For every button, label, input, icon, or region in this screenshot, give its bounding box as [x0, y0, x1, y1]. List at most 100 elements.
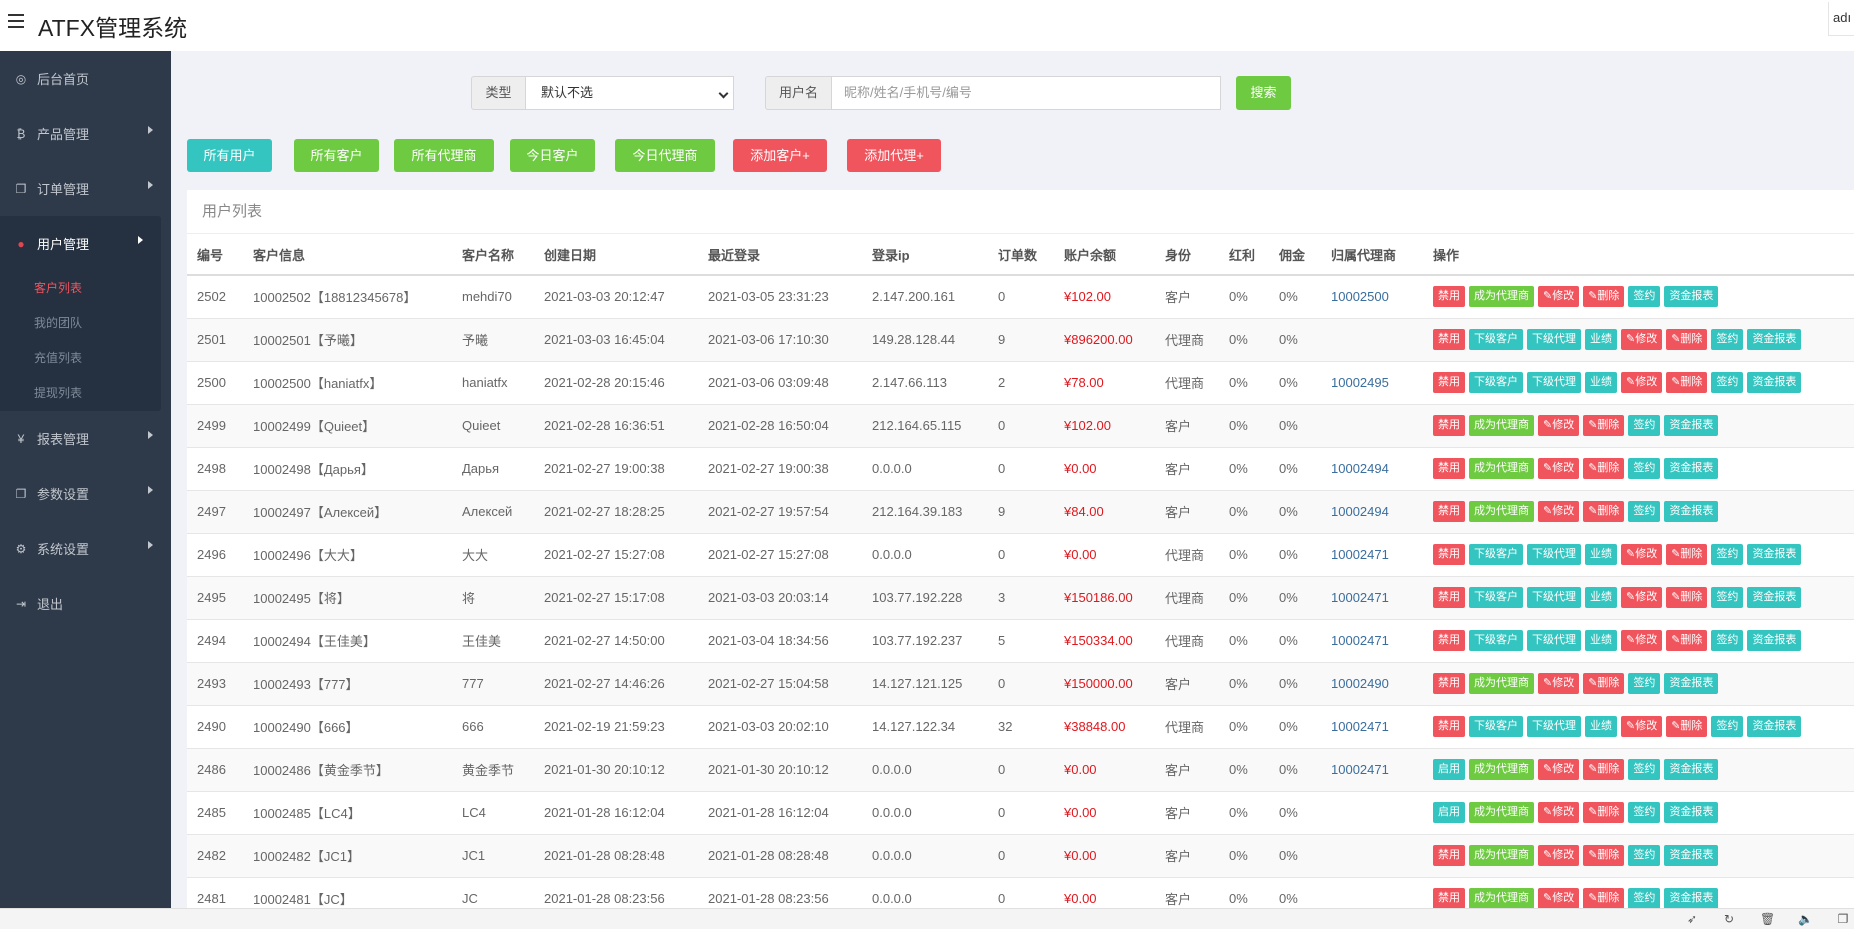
action-button[interactable]: ✎删除	[1583, 888, 1625, 908]
action-button[interactable]: 下级客户	[1469, 372, 1523, 393]
sidebar-item-7[interactable]: ⇥ 退出	[0, 576, 171, 631]
action-button[interactable]: 资金报表	[1747, 372, 1802, 393]
action-button[interactable]: 资金报表	[1747, 630, 1802, 651]
action-button[interactable]: 下级客户	[1469, 630, 1523, 651]
user-menu[interactable]: adı	[1828, 2, 1854, 36]
action-button[interactable]: 签约	[1711, 630, 1744, 651]
action-button[interactable]: 签约	[1711, 372, 1744, 393]
action-button[interactable]: 禁用	[1433, 587, 1465, 608]
action-button[interactable]: ✎删除	[1583, 501, 1625, 522]
username-search-input[interactable]: 昵称/姓名/手机号/编号	[831, 76, 1221, 110]
quick-filter-button-2[interactable]: 所有代理商	[394, 139, 494, 172]
cell-agent[interactable]: 10002494	[1321, 490, 1423, 534]
action-button[interactable]: 业绩	[1585, 716, 1617, 737]
cell-agent[interactable]: 10002495	[1321, 361, 1423, 405]
action-button[interactable]: 禁用	[1433, 372, 1465, 393]
action-button[interactable]: 成为代理商	[1469, 458, 1534, 479]
action-button[interactable]: 资金报表	[1664, 845, 1719, 866]
action-button[interactable]: 禁用	[1433, 630, 1465, 651]
action-button[interactable]: 禁用	[1433, 544, 1465, 565]
action-button[interactable]: ✎修改	[1621, 630, 1663, 651]
action-button[interactable]: 成为代理商	[1469, 759, 1534, 780]
sidebar-subitem-0[interactable]: 客户列表	[0, 271, 161, 306]
action-button[interactable]: ✎删除	[1666, 329, 1708, 350]
action-button[interactable]: 资金报表	[1664, 759, 1719, 780]
quick-filter-button-4[interactable]: 今日代理商	[615, 139, 715, 172]
action-button[interactable]: 下级代理	[1527, 544, 1581, 565]
action-button[interactable]: 签约	[1711, 716, 1744, 737]
rocket-icon[interactable]: ➶	[1685, 913, 1699, 926]
action-button[interactable]: 成为代理商	[1469, 286, 1534, 308]
action-button[interactable]: 成为代理商	[1469, 888, 1534, 908]
action-button[interactable]: 签约	[1628, 458, 1661, 479]
action-button[interactable]: 签约	[1711, 587, 1744, 608]
action-button[interactable]: ✎删除	[1583, 845, 1625, 866]
sidebar-subitem-1[interactable]: 我的团队	[0, 306, 161, 341]
action-button[interactable]: 禁用	[1433, 888, 1465, 908]
action-button[interactable]: 下级代理	[1527, 329, 1581, 350]
action-button[interactable]: 业绩	[1585, 587, 1617, 608]
action-button[interactable]: ✎修改	[1621, 329, 1663, 350]
sidebar-item-2[interactable]: ❐ 订单管理	[0, 161, 171, 216]
action-button[interactable]: 禁用	[1433, 673, 1465, 694]
action-button[interactable]: 签约	[1628, 286, 1661, 308]
action-button[interactable]: 业绩	[1585, 630, 1617, 651]
action-button[interactable]: ✎删除	[1583, 458, 1625, 479]
quick-filter-button-5[interactable]: 添加客户+	[733, 139, 827, 172]
search-button[interactable]: 搜索	[1236, 76, 1291, 110]
sidebar-item-1[interactable]: ₿ 产品管理	[0, 106, 171, 161]
quick-filter-button-6[interactable]: 添加代理+	[847, 139, 941, 172]
action-button[interactable]: 签约	[1628, 802, 1661, 823]
action-button[interactable]: ✎删除	[1666, 630, 1708, 651]
sidebar-subitem-3[interactable]: 提现列表	[0, 376, 161, 411]
action-button[interactable]: ✎修改	[1621, 716, 1663, 737]
action-button[interactable]: ✎修改	[1538, 673, 1580, 694]
action-button[interactable]: ✎修改	[1538, 888, 1580, 908]
action-button[interactable]: ✎删除	[1666, 587, 1708, 608]
action-button[interactable]: ✎删除	[1583, 673, 1625, 694]
action-button[interactable]: 签约	[1628, 501, 1661, 522]
sidebar-item-3[interactable]: ● 用户管理	[0, 216, 161, 271]
action-button[interactable]: 成为代理商	[1469, 845, 1534, 866]
action-button[interactable]: 禁用	[1433, 458, 1465, 479]
action-button[interactable]: ✎修改	[1621, 372, 1663, 393]
action-button[interactable]: 禁用	[1433, 845, 1465, 866]
action-button[interactable]: 业绩	[1585, 329, 1617, 350]
action-button[interactable]: 签约	[1628, 888, 1661, 908]
cell-agent[interactable]: 10002471	[1321, 705, 1423, 749]
action-button[interactable]: 签约	[1711, 544, 1744, 565]
action-button[interactable]: ✎修改	[1621, 544, 1663, 565]
action-button[interactable]: ✎修改	[1538, 286, 1580, 308]
action-button[interactable]: 资金报表	[1747, 587, 1802, 608]
action-button[interactable]: ✎修改	[1621, 587, 1663, 608]
action-button[interactable]: 资金报表	[1664, 888, 1719, 908]
cell-agent[interactable]: 10002471	[1321, 533, 1423, 577]
action-button[interactable]: 禁用	[1433, 716, 1465, 737]
menu-toggle-icon[interactable]	[8, 14, 24, 28]
action-button[interactable]: 资金报表	[1664, 673, 1719, 694]
action-button[interactable]: 资金报表	[1664, 458, 1719, 479]
action-button[interactable]: 资金报表	[1664, 802, 1719, 823]
action-button[interactable]: ✎修改	[1538, 501, 1580, 522]
action-button[interactable]: 资金报表	[1747, 716, 1802, 737]
action-button[interactable]: 下级代理	[1527, 372, 1581, 393]
sidebar-item-4[interactable]: ¥ 报表管理	[0, 411, 171, 466]
action-button[interactable]: 下级客户	[1469, 587, 1523, 608]
cell-agent[interactable]: 10002500	[1321, 275, 1423, 319]
cell-agent[interactable]: 10002471	[1321, 576, 1423, 620]
action-button[interactable]: ✎删除	[1583, 759, 1625, 780]
action-button[interactable]: 业绩	[1585, 544, 1617, 565]
action-button[interactable]: 下级客户	[1469, 716, 1523, 737]
quick-filter-button-1[interactable]: 所有客户	[294, 139, 379, 172]
action-button[interactable]: 启用	[1433, 759, 1465, 780]
action-button[interactable]: 禁用	[1433, 329, 1465, 350]
cell-agent[interactable]: 10002490	[1321, 662, 1423, 706]
action-button[interactable]: ✎删除	[1666, 372, 1708, 393]
action-button[interactable]: ✎修改	[1538, 458, 1580, 479]
action-button[interactable]: ✎修改	[1538, 845, 1580, 866]
action-button[interactable]: 成为代理商	[1469, 415, 1534, 436]
action-button[interactable]: 禁用	[1433, 286, 1465, 308]
sidebar-item-5[interactable]: ❐ 参数设置	[0, 466, 171, 521]
cell-agent[interactable]: 10002471	[1321, 748, 1423, 792]
action-button[interactable]: ✎删除	[1583, 802, 1625, 823]
